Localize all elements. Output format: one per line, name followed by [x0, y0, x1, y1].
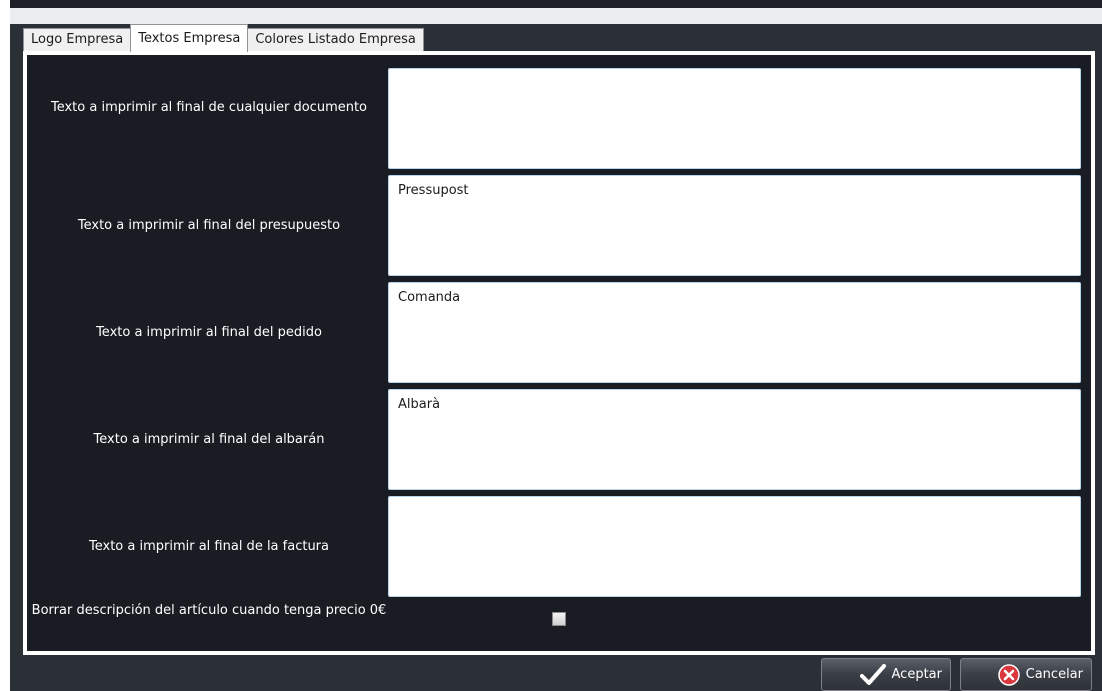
- pedido-text-input[interactable]: Comanda: [388, 282, 1081, 383]
- cancel-button[interactable]: Cancelar: [960, 658, 1092, 691]
- checkmark-icon: [859, 663, 886, 686]
- factura-text-input[interactable]: [388, 496, 1081, 597]
- tab-textos-empresa[interactable]: Textos Empresa: [130, 24, 249, 52]
- borrar-descripcion-checkbox[interactable]: [552, 612, 566, 626]
- close-circle-icon: [997, 663, 1020, 686]
- title-bar-edge: [10, 0, 1102, 8]
- field-label-pedido: Texto a imprimir al final del pedido: [96, 325, 322, 340]
- tab-panel: Texto a imprimir al final de cualquier d…: [23, 51, 1095, 655]
- field-label-factura: Texto a imprimir al final de la factura: [89, 539, 329, 554]
- texts-form: Texto a imprimir al final de cualquier d…: [27, 55, 1091, 651]
- cancel-button-label: Cancelar: [1025, 667, 1083, 682]
- field-label-presupuesto: Texto a imprimir al final del presupuest…: [77, 218, 341, 233]
- tab-colores-listado-empresa[interactable]: Colores Listado Empresa: [247, 28, 424, 52]
- dialog-window: Logo Empresa Textos Empresa Colores List…: [10, 0, 1102, 691]
- albaran-text-input[interactable]: Albarà: [388, 389, 1081, 490]
- accept-button-label: Aceptar: [891, 667, 942, 682]
- accept-button[interactable]: Aceptar: [821, 658, 951, 691]
- any-document-text-input[interactable]: [388, 68, 1081, 169]
- tab-strip: Logo Empresa Textos Empresa Colores List…: [23, 24, 424, 52]
- presupuesto-text-input[interactable]: Pressupost: [388, 175, 1081, 276]
- tab-header-band: [10, 8, 1102, 24]
- tab-logo-empresa[interactable]: Logo Empresa: [23, 28, 132, 52]
- field-label-any-document: Texto a imprimir al final de cualquier d…: [50, 100, 368, 115]
- field-label-albaran: Texto a imprimir al final del albarán: [93, 432, 325, 447]
- checkbox-label-borrar-descripcion: Borrar descripción del artículo cuando t…: [31, 603, 387, 618]
